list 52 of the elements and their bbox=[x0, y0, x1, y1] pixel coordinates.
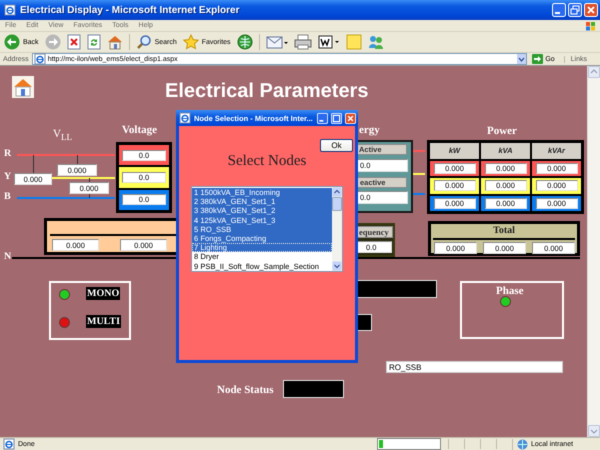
node-field[interactable]: RO_SSB bbox=[386, 361, 563, 373]
ok-button[interactable]: Ok bbox=[320, 139, 353, 152]
voltage-title: Voltage bbox=[122, 124, 158, 136]
scroll-thumb-icon[interactable] bbox=[332, 197, 342, 211]
vll-label: V$_{LL}$ bbox=[53, 128, 72, 142]
printer-icon[interactable] bbox=[294, 34, 312, 50]
close-icon[interactable] bbox=[584, 3, 598, 17]
phase-label: R bbox=[4, 148, 12, 159]
dialog-heading: Select Nodes bbox=[226, 153, 308, 170]
node-status-label: Node Status bbox=[217, 384, 274, 396]
star-icon[interactable] bbox=[182, 34, 199, 50]
window-title: Electrical Display - Microsoft Internet Explorer bbox=[20, 4, 241, 16]
status-display bbox=[283, 380, 344, 398]
scroll-down-icon[interactable] bbox=[332, 261, 342, 271]
back-icon[interactable] bbox=[4, 34, 20, 50]
connector-line bbox=[413, 173, 425, 175]
home-icon[interactable] bbox=[12, 76, 34, 98]
phase-label: N bbox=[4, 251, 12, 262]
globe-icon bbox=[517, 438, 528, 450]
page-title: Electrical Parameters bbox=[165, 80, 368, 103]
mode-label: MONO bbox=[86, 287, 120, 300]
power-title: Power bbox=[487, 125, 517, 137]
home-icon[interactable] bbox=[106, 34, 123, 50]
minimize-icon[interactable] bbox=[317, 112, 328, 124]
globe-icon[interactable] bbox=[236, 34, 253, 50]
mail-icon[interactable] bbox=[266, 34, 288, 50]
page-icon bbox=[3, 438, 15, 450]
maximize-icon[interactable] bbox=[331, 112, 342, 124]
close-icon[interactable] bbox=[345, 112, 356, 124]
energy-title: ergy bbox=[359, 124, 380, 136]
go-arrow-icon bbox=[532, 54, 544, 64]
connector-line bbox=[33, 155, 34, 173]
search-icon[interactable] bbox=[136, 34, 152, 50]
mode-label: MULTI bbox=[86, 315, 121, 328]
connector-line bbox=[413, 193, 425, 195]
refresh-icon[interactable] bbox=[86, 34, 101, 50]
stop-icon[interactable] bbox=[66, 34, 81, 50]
phase-title: Phase bbox=[496, 285, 524, 297]
restore-icon[interactable] bbox=[568, 3, 582, 17]
total-title: Total bbox=[492, 225, 516, 236]
phase-label: Y bbox=[4, 171, 12, 182]
document-icon[interactable] bbox=[318, 34, 340, 50]
connector-line bbox=[413, 150, 425, 152]
phase-label: B bbox=[4, 191, 11, 202]
browser-icon bbox=[179, 112, 191, 124]
dropdown-icon[interactable] bbox=[517, 54, 526, 64]
scroll-up-icon[interactable] bbox=[332, 187, 342, 197]
people-icon[interactable] bbox=[368, 34, 384, 50]
browser-icon bbox=[4, 4, 16, 16]
page-icon bbox=[34, 53, 46, 65]
connector-line bbox=[77, 155, 78, 164]
minimize-icon[interactable] bbox=[552, 3, 566, 17]
